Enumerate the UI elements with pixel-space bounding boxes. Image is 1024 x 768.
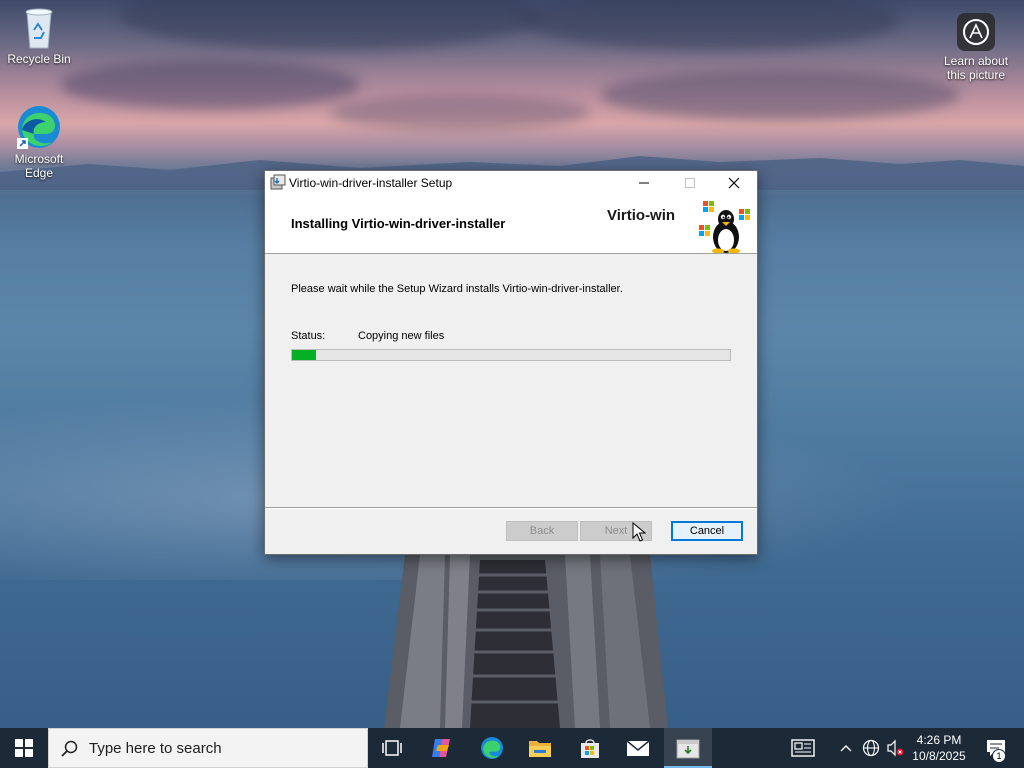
wizard-description: Please wait while the Setup Wizard insta…: [291, 283, 623, 295]
store-icon: [581, 739, 599, 758]
minimize-button[interactable]: [621, 171, 667, 195]
system-clock[interactable]: 4:26 PM 10/8/2025: [908, 732, 970, 764]
back-button[interactable]: Back: [506, 521, 578, 541]
copilot-button[interactable]: [418, 728, 466, 768]
status-label: Status:: [291, 330, 326, 342]
search-icon: [61, 740, 78, 757]
copilot-icon: [432, 739, 450, 757]
clock-time: 4:26 PM: [916, 733, 962, 747]
installer-app-icon: [270, 174, 286, 190]
minimize-icon: [639, 182, 649, 184]
file-explorer-button[interactable]: [516, 728, 564, 768]
installer-icon: [676, 739, 700, 759]
window-titlebar[interactable]: Virtio-win-driver-installer Setup: [265, 171, 757, 195]
close-button[interactable]: [711, 171, 757, 195]
install-progress-fill: [292, 350, 317, 360]
brand-name: Virtio-win: [607, 207, 676, 224]
edge-label: Microsoft Edge: [14, 152, 64, 180]
taskbar-search-box[interactable]: Type here to search: [48, 728, 368, 768]
maximize-icon: [685, 178, 695, 188]
footer-divider: [265, 507, 757, 509]
install-progress-bar: [291, 349, 731, 361]
mail-icon: [626, 740, 650, 756]
tux-windows-logo-icon: [699, 201, 750, 253]
edge-shortcut[interactable]: Microsoft Edge: [1, 104, 77, 180]
camera-info-icon: [957, 13, 995, 51]
recycle-bin-icon: [25, 8, 53, 49]
news-icon: [791, 739, 815, 757]
network-button[interactable]: [860, 728, 882, 768]
speaker-muted-icon: [887, 739, 904, 757]
edge-icon: [17, 106, 60, 149]
chevron-up-icon: [840, 745, 852, 752]
globe-network-icon: [862, 739, 880, 757]
news-widget-button[interactable]: [782, 728, 824, 768]
installer-window: Virtio-win-driver-installer Setup Instal…: [264, 170, 758, 555]
store-button[interactable]: [566, 728, 614, 768]
clock-date: 10/8/2025: [912, 749, 966, 763]
notification-count-badge: 1: [992, 749, 1006, 763]
wizard-header: Installing Virtio-win-driver-installer V…: [265, 195, 757, 254]
volume-button[interactable]: [884, 728, 906, 768]
close-icon: [728, 177, 740, 189]
search-placeholder: Type here to search: [89, 740, 222, 757]
taskbar: Type here to search 4:26 PM 10/8/2025 1: [0, 728, 1024, 768]
windows-logo-icon: [15, 739, 33, 757]
learn-about-picture-shortcut[interactable]: Learn about this picture: [938, 12, 1014, 82]
installer-taskbar-button[interactable]: [664, 728, 712, 768]
recycle-bin-label: Recycle Bin: [7, 52, 71, 66]
status-value: Copying new files: [358, 330, 445, 342]
maximize-button[interactable]: [667, 171, 713, 195]
wizard-header-title: Installing Virtio-win-driver-installer: [291, 216, 506, 231]
edge-taskbar-button[interactable]: [468, 728, 516, 768]
start-button[interactable]: [0, 728, 48, 768]
cancel-button[interactable]: Cancel: [671, 521, 743, 541]
file-explorer-icon: [529, 741, 551, 757]
learn-about-picture-label: Learn about this picture: [943, 54, 1009, 82]
task-view-icon: [382, 740, 402, 756]
window-title: Virtio-win-driver-installer Setup: [289, 176, 453, 190]
task-view-button[interactable]: [368, 728, 416, 768]
mouse-cursor-icon: [632, 522, 646, 542]
mail-button[interactable]: [614, 728, 662, 768]
recycle-bin-shortcut[interactable]: Recycle Bin: [1, 6, 77, 66]
edge-icon: [481, 737, 503, 759]
show-hidden-icons-button[interactable]: [836, 728, 856, 768]
